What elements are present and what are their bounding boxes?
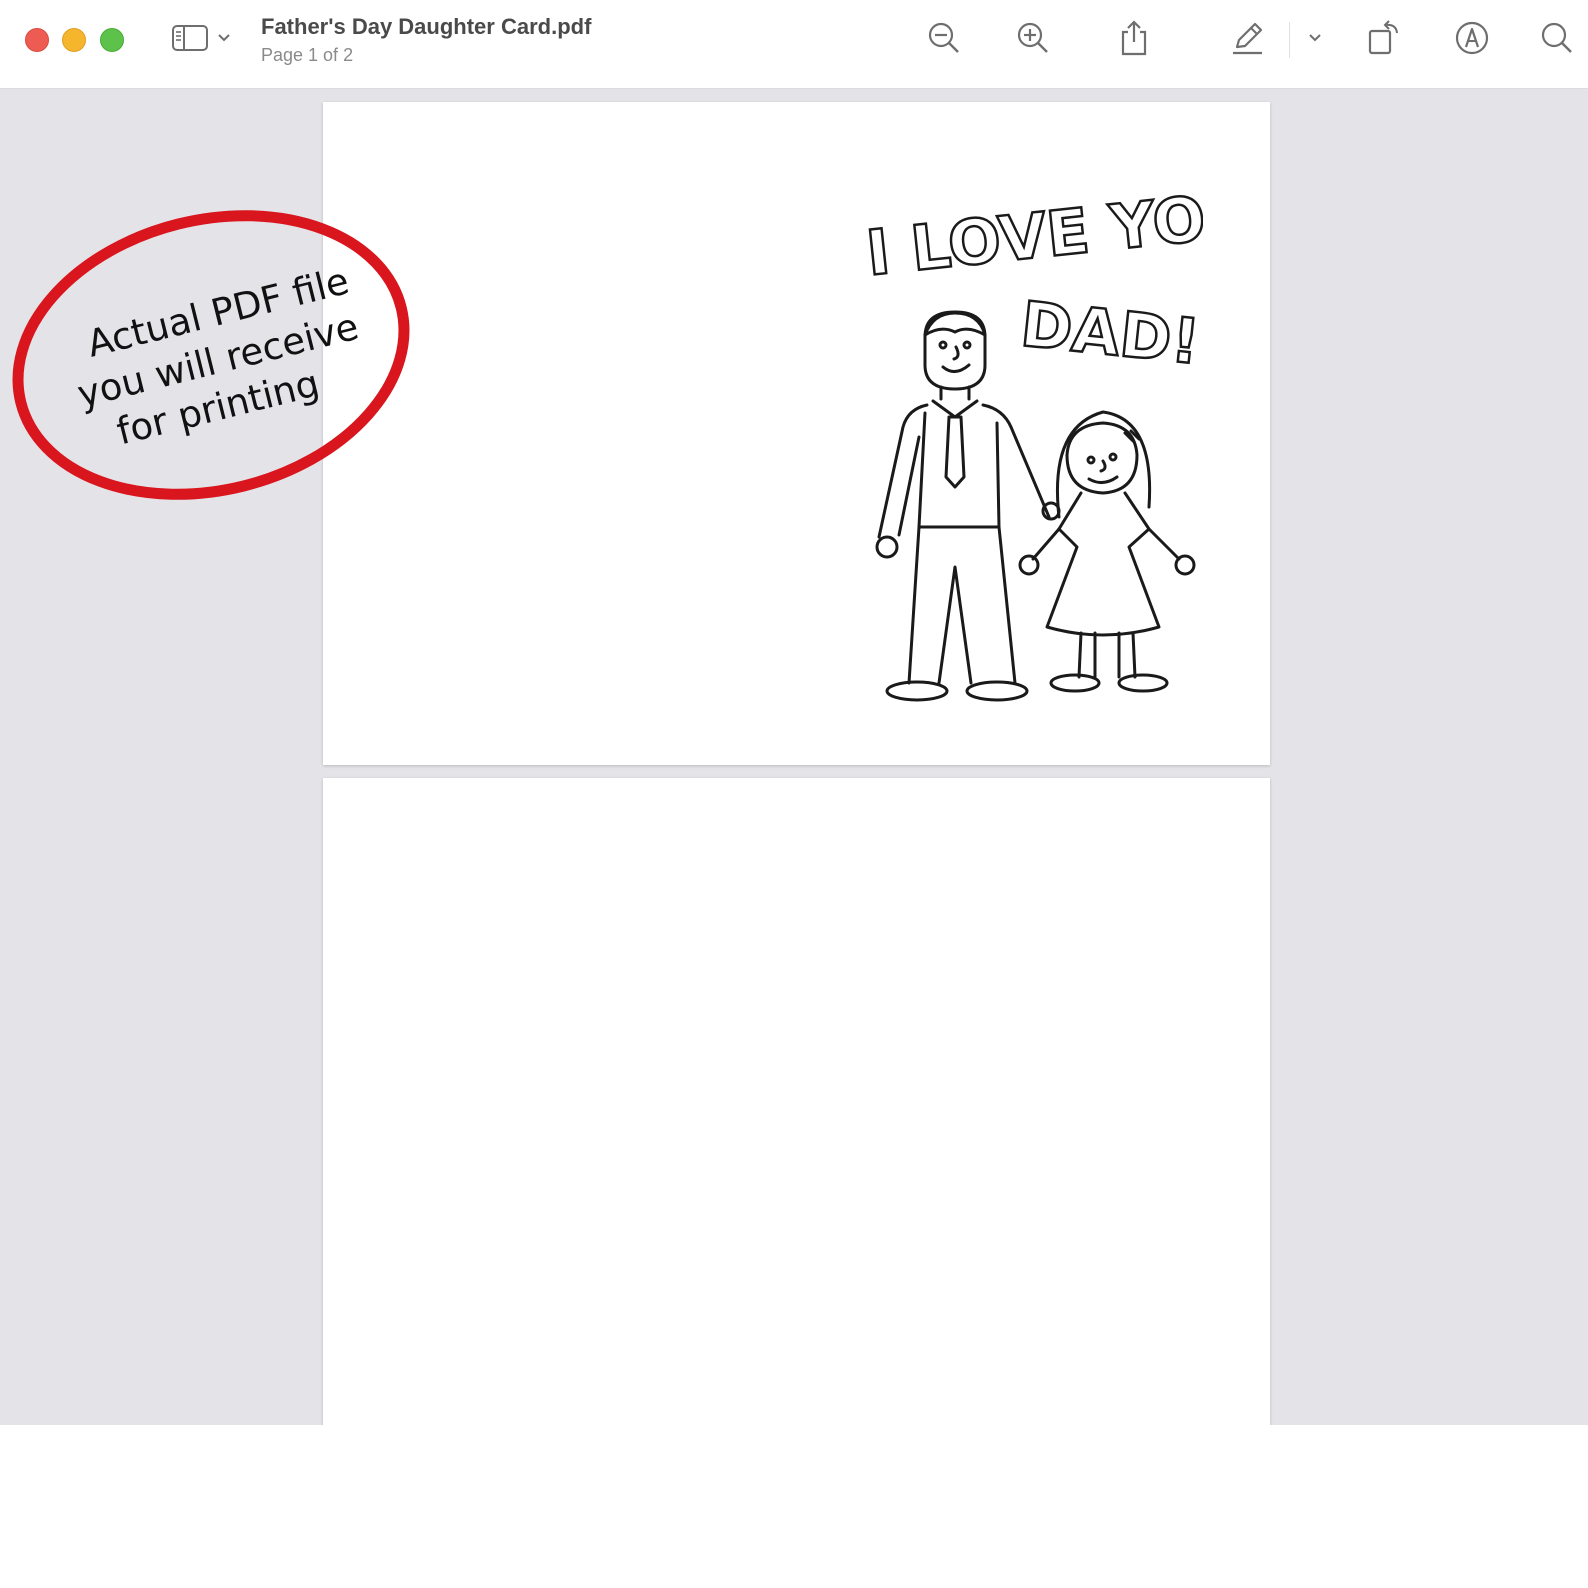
zoom-out-icon (928, 22, 959, 53)
markup-button[interactable] (1227, 18, 1267, 58)
pdf-page-2[interactable] (323, 778, 1270, 1425)
page-indicator: Page 1 of 2 (261, 45, 354, 65)
chevron-down-icon (218, 34, 230, 42)
document-viewer[interactable]: I LOVE YOU, DAD! Actual PDF file you wil… (0, 89, 1588, 1425)
pdf-page-1[interactable]: I LOVE YOU, DAD! (323, 102, 1270, 765)
rotate-button[interactable] (1364, 18, 1404, 58)
search-button[interactable] (1537, 18, 1577, 58)
card-title-line2: DAD! (1017, 287, 1203, 378)
maximize-button[interactable] (100, 28, 124, 52)
annotate-button[interactable] (1452, 18, 1492, 58)
zoom-out-button[interactable] (924, 18, 964, 58)
toolbar-separator (1289, 22, 1290, 58)
search-icon (1541, 22, 1572, 53)
sidebar-icon (172, 25, 208, 51)
window-toolbar: Father's Day Daughter Card.pdf Page 1 of… (0, 0, 1588, 89)
share-button[interactable] (1114, 18, 1154, 58)
close-button[interactable] (25, 28, 49, 52)
zoom-in-icon (1017, 22, 1048, 53)
document-title: Father's Day Daughter Card.pdf (261, 14, 592, 39)
sidebar-toggle-button[interactable] (170, 18, 210, 58)
zoom-in-button[interactable] (1013, 18, 1053, 58)
markup-options-button[interactable] (1300, 18, 1330, 58)
minimize-button[interactable] (62, 28, 86, 52)
card-title-line1: I LOVE YOU, (863, 187, 1203, 290)
sidebar-options-button[interactable] (210, 18, 238, 58)
share-icon (1121, 20, 1147, 56)
card-illustration: I LOVE YOU, DAD! (863, 187, 1203, 702)
chevron-down-icon (1309, 34, 1321, 42)
annotate-icon (1455, 21, 1489, 55)
markup-pen-icon (1233, 22, 1263, 55)
rotate-icon (1368, 20, 1398, 55)
